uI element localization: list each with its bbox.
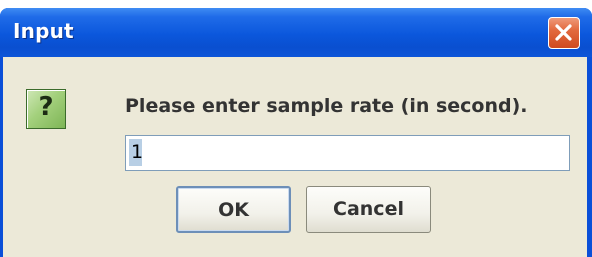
close-icon (555, 24, 572, 41)
question-glyph: ? (38, 92, 54, 122)
title-bar[interactable]: Input (0, 8, 592, 57)
window-title: Input (13, 19, 74, 43)
question-icon: ? (26, 89, 66, 129)
cancel-button[interactable]: Cancel (306, 186, 431, 233)
sample-rate-value[interactable]: 1 (131, 141, 143, 163)
sample-rate-input[interactable] (125, 135, 570, 171)
prompt-message: Please enter sample rate (in second). (125, 95, 528, 117)
window-border-right (587, 57, 592, 257)
ok-button[interactable]: OK (176, 186, 291, 233)
close-button[interactable] (548, 17, 580, 49)
input-dialog-window: Input ? Please enter sample rate (in sec… (0, 8, 592, 257)
dialog-content: ? Please enter sample rate (in second). … (3, 57, 587, 257)
